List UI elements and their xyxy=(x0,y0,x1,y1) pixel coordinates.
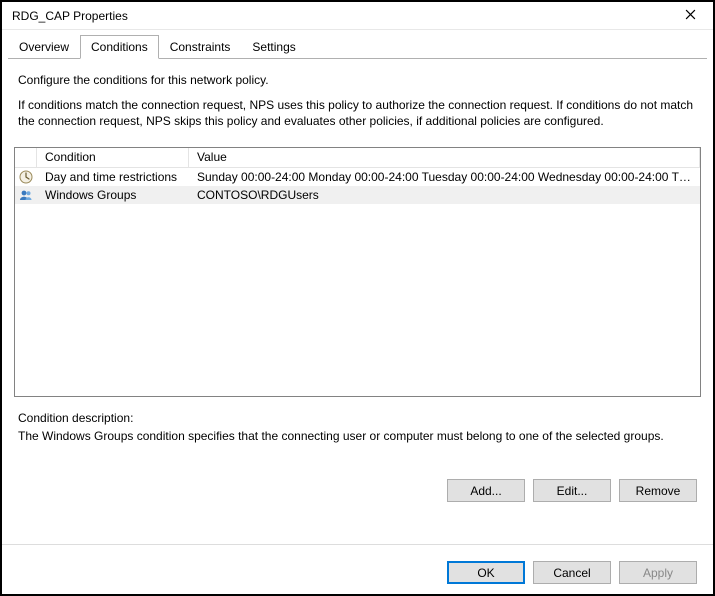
apply-button[interactable]: Apply xyxy=(619,561,697,584)
description-text: The Windows Groups condition specifies t… xyxy=(18,429,697,443)
cell-condition: Day and time restrictions xyxy=(37,170,189,184)
cancel-button[interactable]: Cancel xyxy=(533,561,611,584)
edit-button[interactable]: Edit... xyxy=(533,479,611,502)
button-label: Cancel xyxy=(553,566,590,580)
tab-label: Settings xyxy=(252,40,295,54)
list-body: Day and time restrictions Sunday 00:00-2… xyxy=(15,168,700,396)
list-header: Condition Value xyxy=(15,148,700,168)
cell-value: Sunday 00:00-24:00 Monday 00:00-24:00 Tu… xyxy=(189,170,700,184)
clock-icon xyxy=(15,169,37,185)
header-icon-col[interactable] xyxy=(15,148,37,168)
button-label: Add... xyxy=(470,484,501,498)
remove-button[interactable]: Remove xyxy=(619,479,697,502)
conditions-list[interactable]: Condition Value Day and time restriction… xyxy=(14,147,701,397)
button-label: OK xyxy=(477,566,494,580)
tab-label: Conditions xyxy=(91,40,148,54)
close-button[interactable] xyxy=(673,5,707,27)
tab-constraints[interactable]: Constraints xyxy=(159,35,242,59)
cell-value: CONTOSO\RDGUsers xyxy=(189,188,700,202)
titlebar: RDG_CAP Properties xyxy=(2,2,713,30)
tab-settings[interactable]: Settings xyxy=(241,35,306,59)
list-row[interactable]: Day and time restrictions Sunday 00:00-2… xyxy=(15,168,700,186)
dialog-buttons: OK Cancel Apply xyxy=(14,555,701,584)
tab-overview[interactable]: Overview xyxy=(8,35,80,59)
dialog-footer: OK Cancel Apply xyxy=(2,544,713,594)
condition-buttons: Add... Edit... Remove xyxy=(14,473,701,502)
intro-line-1: Configure the conditions for this networ… xyxy=(18,73,697,87)
button-label: Apply xyxy=(643,566,673,580)
cell-condition: Windows Groups xyxy=(37,188,189,202)
description-label: Condition description: xyxy=(18,411,697,425)
ok-button[interactable]: OK xyxy=(447,561,525,584)
header-condition[interactable]: Condition xyxy=(37,148,189,168)
spacer xyxy=(14,502,701,536)
tab-label: Constraints xyxy=(170,40,231,54)
close-icon xyxy=(685,9,696,23)
window-title: RDG_CAP Properties xyxy=(12,9,673,23)
header-value[interactable]: Value xyxy=(189,148,700,168)
tab-conditions[interactable]: Conditions xyxy=(80,35,159,59)
list-row[interactable]: Windows Groups CONTOSO\RDGUsers xyxy=(15,186,700,204)
group-icon xyxy=(15,187,37,203)
properties-dialog: RDG_CAP Properties Overview Conditions C… xyxy=(0,0,715,596)
button-label: Remove xyxy=(636,484,681,498)
tab-content: Configure the conditions for this networ… xyxy=(2,59,713,544)
tab-bar: Overview Conditions Constraints Settings xyxy=(2,30,713,58)
tab-label: Overview xyxy=(19,40,69,54)
button-label: Edit... xyxy=(557,484,588,498)
intro-line-2: If conditions match the connection reque… xyxy=(18,97,697,129)
add-button[interactable]: Add... xyxy=(447,479,525,502)
